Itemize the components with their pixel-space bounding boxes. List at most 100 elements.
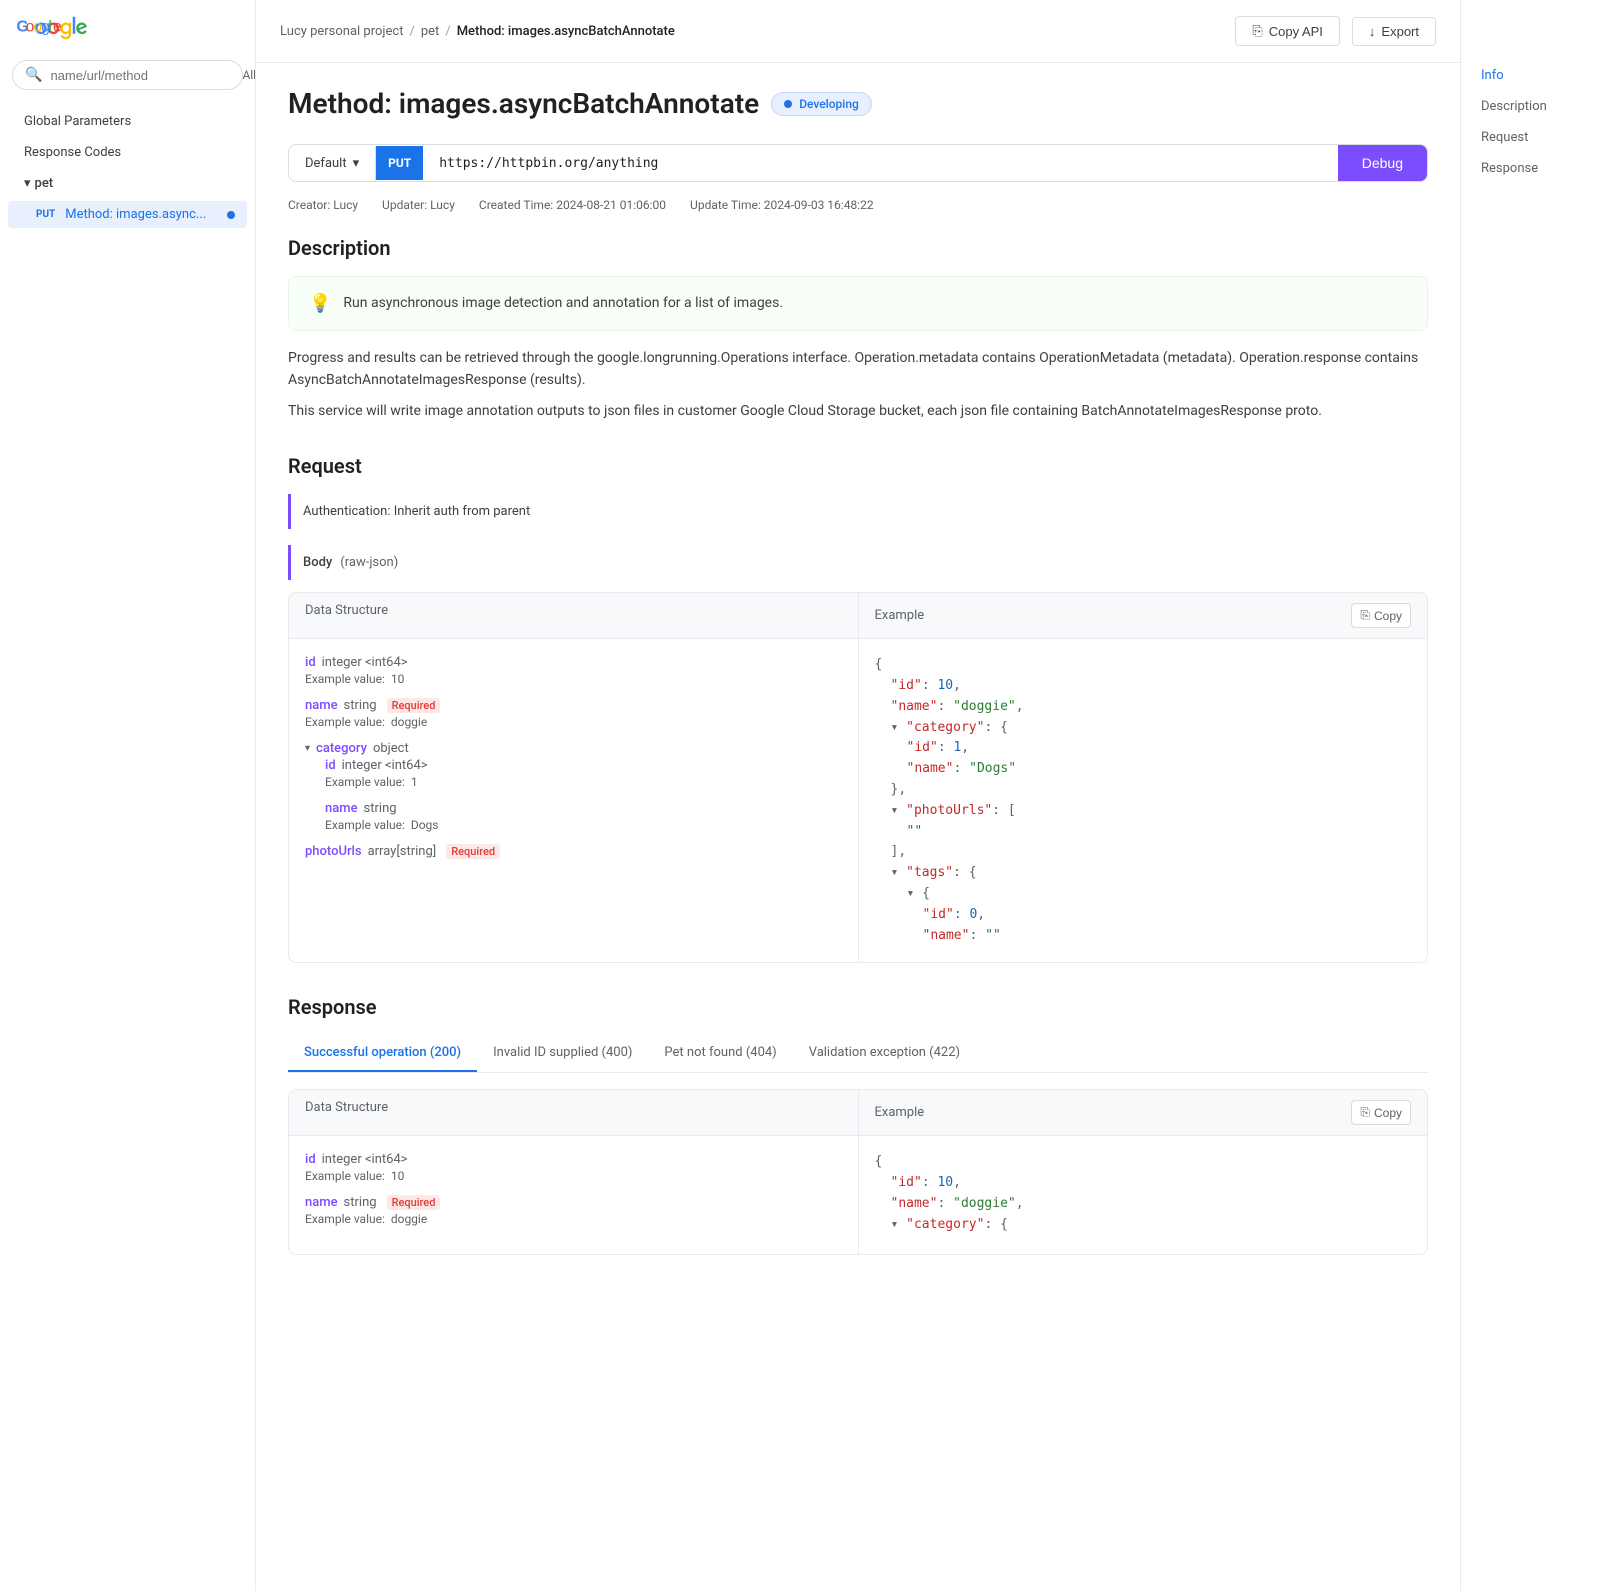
- field-type-cat-id: integer <int64>: [342, 758, 428, 773]
- body-bar: Body (raw-json): [288, 545, 1428, 580]
- tab-200[interactable]: Successful operation (200): [288, 1035, 477, 1072]
- response-data-structure-col: id integer <int64> Example value: 10 nam…: [289, 1136, 859, 1254]
- copy-icon: ⎘: [1360, 608, 1370, 623]
- right-nav-request[interactable]: Request: [1477, 122, 1584, 153]
- request-section: Request Authentication: Inherit auth fro…: [288, 454, 1428, 963]
- field-name-cat-name: name: [325, 801, 358, 816]
- bulb-icon: 💡: [309, 293, 331, 314]
- field-type-photourls: array[string]: [368, 844, 437, 859]
- sidebar-item-method[interactable]: PUT Method: images.async...: [8, 201, 247, 228]
- description-section: Description 💡 Run asynchronous image det…: [288, 236, 1428, 422]
- copy-icon: ⎘: [1360, 1105, 1370, 1120]
- response-data-structure-tab[interactable]: Data Structure: [289, 1090, 858, 1136]
- field-name-name: name: [305, 698, 338, 713]
- response-panel-body: id integer <int64> Example value: 10 nam…: [289, 1136, 1427, 1254]
- tab-404[interactable]: Pet not found (404): [648, 1035, 792, 1072]
- right-nav-info[interactable]: Info: [1477, 60, 1584, 91]
- json-line: ▾ "tags": {: [875, 863, 1412, 884]
- json-line: "": [875, 822, 1412, 843]
- field-example-cat-name: Example value: Dogs: [325, 818, 842, 832]
- description-highlight-text: Run asynchronous image detection and ann…: [343, 293, 783, 314]
- json-line: "id": 1,: [875, 738, 1412, 759]
- filter-dropdown[interactable]: All ▾: [242, 68, 256, 82]
- data-structure-col: id integer <int64> Example value: 10 nam…: [289, 639, 859, 962]
- json-line: {: [875, 1152, 1412, 1173]
- url-bar: Default ▾ PUT https://httpbin.org/anythi…: [288, 144, 1428, 182]
- response-tabs: Successful operation (200) Invalid ID su…: [288, 1035, 1428, 1073]
- meta-info: Creator: Lucy Updater: Lucy Created Time…: [288, 198, 1428, 212]
- field-example-name: Example value: doggie: [305, 715, 842, 729]
- data-panel-body: id integer <int64> Example value: 10 nam…: [289, 639, 1427, 962]
- json-line: ▾ "category": {: [875, 1215, 1412, 1236]
- method-badge: PUT: [32, 208, 59, 221]
- body-tag: (raw-json): [340, 555, 398, 570]
- description-title: Description: [288, 236, 1428, 260]
- field-category-name: name string Example value: Dogs: [325, 801, 842, 832]
- sidebar-item-global-parameters[interactable]: Global Parameters: [0, 106, 255, 137]
- json-line: ▾ "category": {: [875, 718, 1412, 739]
- export-icon: ↓: [1369, 24, 1376, 39]
- sidebar: G o o g l e 🔍 All ▾ Global Parameters Re…: [0, 0, 256, 1591]
- copy-icon: ⎘: [1252, 23, 1262, 39]
- json-line: "id": 0,: [875, 905, 1412, 926]
- collapse-category-icon[interactable]: ▾: [305, 743, 310, 754]
- resp-field-example-name: Example value: doggie: [305, 1212, 842, 1226]
- sidebar-section-pet[interactable]: ▾ pet: [0, 168, 255, 199]
- breadcrumb-bar: Lucy personal project / pet / Method: im…: [256, 0, 1460, 63]
- svg-text:l: l: [48, 19, 51, 36]
- search-input[interactable]: [50, 68, 226, 83]
- field-photourls: photoUrls array[string] Required: [305, 844, 842, 859]
- resp-field-type-name: string: [344, 1195, 377, 1210]
- resp-field-name-id: id: [305, 1152, 316, 1167]
- field-type-id: integer <int64>: [322, 655, 408, 670]
- search-icon: 🔍: [25, 67, 42, 83]
- json-line: "name": "doggie",: [875, 1194, 1412, 1215]
- sidebar-nav: Global Parameters Response Codes ▾ pet P…: [0, 98, 255, 238]
- response-panel-header: Data Structure Example ⎘ Copy: [289, 1090, 1427, 1136]
- json-line: {: [875, 655, 1412, 676]
- json-line: "id": 10,: [875, 676, 1412, 697]
- field-type-cat-name: string: [364, 801, 397, 816]
- required-badge-photourls: Required: [446, 844, 500, 859]
- response-data-panel: Data Structure Example ⎘ Copy: [288, 1089, 1428, 1255]
- page-content: Method: images.asyncBatchAnnotate Develo…: [256, 63, 1460, 1591]
- response-copy-button[interactable]: ⎘ Copy: [1351, 1100, 1411, 1125]
- sidebar-item-response-codes[interactable]: Response Codes: [0, 137, 255, 168]
- field-name-photourls: photoUrls: [305, 844, 362, 859]
- env-dropdown[interactable]: Default ▾: [289, 146, 376, 181]
- logo-area: G o o g l e: [0, 0, 255, 52]
- resp-field-name: name string Required Example value: dogg…: [305, 1195, 842, 1226]
- google-logo-icon: G o o g l e: [16, 16, 88, 40]
- copy-api-button[interactable]: ⎘ Copy API: [1235, 16, 1340, 46]
- meta-updater: Updater: Lucy: [382, 198, 455, 212]
- search-box[interactable]: 🔍 All ▾: [12, 60, 243, 90]
- tab-400[interactable]: Invalid ID supplied (400): [477, 1035, 648, 1072]
- breadcrumb-sep-2: /: [445, 24, 450, 39]
- meta-updated-time: Update Time: 2024-09-03 16:48:22: [690, 198, 874, 212]
- example-col: { "id": 10, "name": "doggie", ▾ "categor…: [859, 639, 1428, 962]
- debug-button[interactable]: Debug: [1338, 145, 1427, 181]
- json-line: "name": "": [875, 926, 1412, 947]
- search-area: 🔍 All ▾: [0, 52, 255, 98]
- json-line: ▾ "photoUrls": [: [875, 801, 1412, 822]
- breadcrumb-pet[interactable]: pet: [421, 24, 439, 39]
- field-name-cat-id: id: [325, 758, 336, 773]
- field-category: ▾ category object id integer <int64>: [305, 741, 842, 832]
- response-title: Response: [288, 995, 1428, 1019]
- breadcrumb-project[interactable]: Lucy personal project: [280, 24, 403, 39]
- required-badge-name: Required: [387, 698, 441, 713]
- right-nav-description[interactable]: Description: [1477, 91, 1584, 122]
- right-nav-response[interactable]: Response: [1477, 153, 1584, 184]
- export-button[interactable]: ↓ Export: [1352, 17, 1436, 46]
- auth-bar: Authentication: Inherit auth from parent: [288, 494, 1428, 529]
- data-structure-tab[interactable]: Data Structure: [289, 593, 858, 639]
- right-nav-panel: Info Description Request Response: [1460, 0, 1600, 1591]
- resp-field-example-id: Example value: 10: [305, 1169, 842, 1183]
- response-example-tab[interactable]: Example ⎘ Copy: [858, 1090, 1428, 1136]
- example-tab[interactable]: Example ⎘ Copy: [858, 593, 1428, 639]
- resp-field-name-name: name: [305, 1195, 338, 1210]
- data-panel-header: Data Structure Example ⎘ Copy: [289, 593, 1427, 639]
- arrow-down-icon: ▾: [24, 176, 31, 191]
- tab-422[interactable]: Validation exception (422): [793, 1035, 976, 1072]
- copy-button[interactable]: ⎘ Copy: [1351, 603, 1411, 628]
